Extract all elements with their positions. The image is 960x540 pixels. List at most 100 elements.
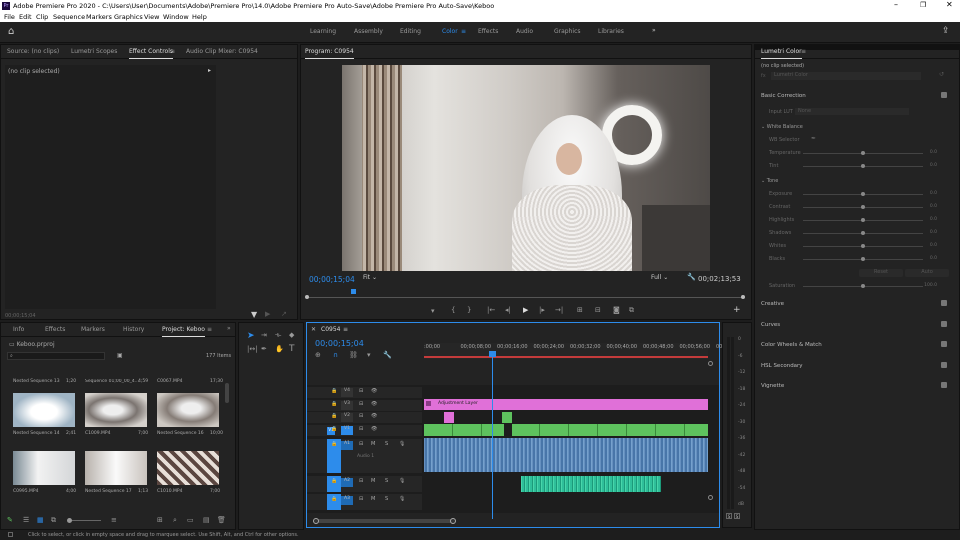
workspace-color[interactable]: Color — [442, 28, 458, 35]
new-bin-icon[interactable]: ▭ — [187, 516, 194, 524]
thumb-label[interactable]: C1009.MP4 — [85, 431, 110, 436]
expand-arrow-icon[interactable]: ▸ — [208, 67, 211, 74]
zoom-level-dropdown[interactable]: Fit ⌄ — [363, 274, 393, 281]
sort-icon[interactable]: ≡ — [111, 516, 117, 524]
sync-lock-icon[interactable]: ⊟ — [359, 413, 363, 419]
tab-effects[interactable]: Effects — [45, 326, 65, 333]
close-sequence-icon[interactable]: ✕ — [311, 326, 316, 333]
thumb-label[interactable]: C0067.MP4 — [157, 379, 182, 384]
audio-scroll-handle[interactable] — [708, 495, 713, 500]
track-label[interactable]: A3 — [341, 496, 353, 505]
white-balance-header[interactable]: ⌄ White Balance — [761, 124, 803, 130]
slider-value[interactable]: 0.0 — [930, 150, 937, 155]
slider-knob[interactable] — [861, 231, 865, 235]
list-view-icon[interactable]: ☰ — [23, 516, 29, 524]
thumb-size-slider[interactable] — [71, 520, 101, 521]
close-icon[interactable]: ✕ — [946, 0, 953, 9]
slider-value[interactable]: 0.0 — [930, 243, 937, 248]
tab-audio-clip-mixer[interactable]: Audio Clip Mixer: C0954 — [186, 48, 258, 55]
filter-icon[interactable]: ▼ — [251, 310, 257, 319]
workspace-libraries[interactable]: Libraries — [598, 28, 624, 35]
eye-icon[interactable]: 👁 — [371, 388, 377, 394]
add-marker-icon[interactable]: ▾ — [431, 307, 435, 315]
workspace-audio[interactable]: Audio — [516, 28, 533, 35]
extract-icon[interactable]: ⊟ — [595, 306, 601, 314]
basic-correction-checkbox[interactable] — [941, 92, 947, 98]
tone-header[interactable]: ⌄ Tone — [761, 178, 778, 184]
panel-menu-icon[interactable]: ≡ — [170, 48, 175, 55]
tab-history[interactable]: History — [123, 326, 144, 333]
hand-tool-icon[interactable]: ✋ — [275, 345, 284, 353]
thumbnail[interactable] — [85, 393, 147, 427]
sync-lock-icon[interactable]: ⊟ — [359, 401, 363, 407]
input-lut-dropdown[interactable]: None — [795, 108, 909, 115]
thumb-label[interactable]: Nested Sequence 17 — [85, 489, 132, 494]
new-bin-icon[interactable]: ▣ — [117, 352, 123, 359]
meter-solo-left[interactable]: S — [726, 513, 732, 519]
thumb-label[interactable]: Nested Sequence 14 — [13, 431, 60, 436]
search-input[interactable]: ⌕ — [7, 352, 105, 360]
tab-source[interactable]: Source: (no clips) — [7, 48, 59, 55]
thumbnail[interactable] — [13, 393, 75, 427]
track-label[interactable]: V2 — [341, 413, 353, 422]
minimize-icon[interactable]: – — [894, 0, 898, 9]
type-tool-icon[interactable]: T — [289, 344, 295, 354]
timeline-timecode[interactable]: 00;00;15;04 — [315, 339, 364, 348]
workspace-assembly[interactable]: Assembly — [354, 28, 383, 35]
step-forward-icon[interactable]: |▸ — [539, 306, 545, 314]
add-marker-icon[interactable]: ▾ — [367, 351, 371, 359]
lumetri-section-header[interactable]: Creative — [761, 301, 784, 307]
lock-icon[interactable]: 🔒 — [331, 401, 337, 407]
microphone-icon[interactable]: 🎙 — [399, 478, 405, 484]
share-icon[interactable]: ⇪ — [942, 26, 950, 36]
new-item-icon[interactable]: ▤ — [203, 516, 210, 524]
sync-lock-icon[interactable]: ⊟ — [359, 388, 363, 394]
lumetri-section-checkbox[interactable] — [941, 300, 947, 306]
workspace-editing[interactable]: Editing — [400, 28, 421, 35]
program-title[interactable]: Program: C0954 — [305, 48, 354, 59]
timeline-settings-icon[interactable]: 🔧 — [383, 351, 392, 359]
sync-lock-icon[interactable]: ⊟ — [359, 426, 363, 432]
automate-sequence-icon[interactable]: ⊞ — [157, 516, 163, 524]
trash-icon[interactable]: 🗑 — [217, 516, 226, 524]
eye-icon[interactable]: 👁 — [371, 426, 377, 432]
more-workspaces-icon[interactable]: » — [652, 27, 656, 34]
slider-knob[interactable] — [861, 164, 865, 168]
thumb-label[interactable]: C0995.MP4 — [13, 489, 38, 494]
go-to-in-icon[interactable]: |← — [487, 306, 495, 314]
more-panels-icon[interactable]: » — [227, 325, 231, 332]
lumetri-effect-dropdown[interactable]: Lumetri Color — [771, 72, 921, 80]
solo-button[interactable]: S — [385, 478, 388, 484]
thumb-label[interactable]: Sequence 01;00_00_4... — [85, 379, 141, 384]
a1-audio-clip[interactable] — [424, 438, 708, 472]
mark-out-icon[interactable]: } — [467, 306, 471, 314]
slider-value[interactable]: 0.0 — [930, 204, 937, 209]
slider-knob[interactable] — [861, 218, 865, 222]
pencil-icon[interactable]: ✎ — [7, 516, 13, 524]
pen-tool-icon[interactable]: ✒ — [261, 345, 267, 353]
slider-value[interactable]: 0.0 — [930, 256, 937, 261]
timeline-playhead[interactable] — [492, 351, 493, 519]
track-label[interactable]: A1 — [341, 441, 353, 450]
timeline-playhead-handle[interactable] — [489, 351, 496, 357]
slider-value[interactable]: 0.0 — [930, 230, 937, 235]
slider-knob[interactable] — [861, 244, 865, 248]
slip-tool-icon[interactable]: |↔| — [247, 345, 258, 353]
slider-knob[interactable] — [861, 151, 865, 155]
slider-knob[interactable] — [861, 257, 865, 261]
lock-icon[interactable]: 🔒 — [331, 388, 337, 394]
saturation-knob[interactable] — [861, 284, 865, 288]
home-icon[interactable]: ⌂ — [8, 26, 14, 37]
slider-value[interactable]: 0.0 — [930, 163, 937, 168]
auto-button[interactable]: Auto — [905, 269, 949, 277]
project-scrollbar[interactable] — [225, 383, 229, 403]
track-label[interactable]: V3 — [341, 400, 353, 410]
tab-markers[interactable]: Markers — [81, 326, 105, 333]
mute-button[interactable]: M — [371, 441, 375, 447]
basic-correction-header[interactable]: Basic Correction — [761, 93, 806, 99]
slider-value[interactable]: 0.0 — [930, 191, 937, 196]
panel-menu-icon[interactable]: ≡ — [207, 326, 212, 333]
ripple-edit-tool-icon[interactable]: ⟛ — [275, 331, 281, 340]
zoom-handle-left[interactable] — [313, 518, 319, 524]
lift-icon[interactable]: ⊞ — [577, 306, 583, 314]
